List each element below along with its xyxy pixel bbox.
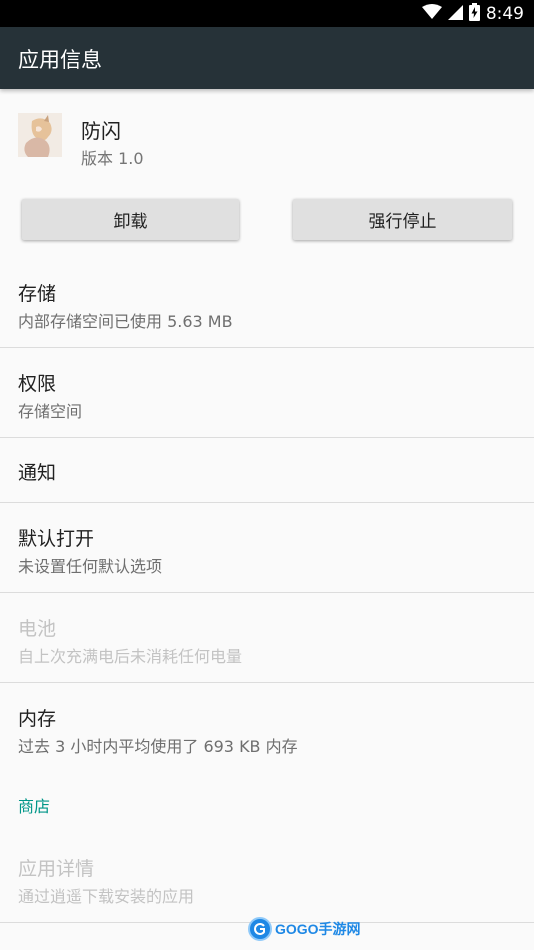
section-header-store: 商店	[18, 797, 51, 816]
gogo-logo-icon	[248, 917, 272, 941]
settings-item-subtitle: 过去 3 小时内平均使用了 693 KB 内存	[18, 737, 298, 756]
wifi-icon	[421, 4, 442, 24]
settings-item-subtitle: 通过逍遥下载安装的应用	[18, 887, 195, 906]
app-icon	[18, 113, 62, 157]
app-header: 防闪 版本 1.0	[0, 89, 534, 189]
settings-item-title: 电池	[18, 618, 57, 640]
settings-item-title: 存储	[18, 283, 57, 305]
uninstall-button[interactable]: 卸载	[22, 199, 239, 240]
settings-item-storage[interactable]: 存储 内部存储空间已使用 5.63 MB	[0, 258, 534, 348]
status-time: 8:49	[485, 4, 524, 24]
app-name: 防闪	[81, 119, 121, 143]
settings-item-battery: 电池 自上次充满电后未消耗任何电量	[0, 593, 534, 683]
status-icons: 8:49	[421, 3, 524, 25]
settings-item-subtitle: 内部存储空间已使用 5.63 MB	[18, 312, 233, 331]
settings-item-title: 通知	[18, 462, 57, 484]
page-title: 应用信息	[18, 48, 102, 72]
status-bar: 8:49	[0, 0, 534, 27]
settings-item-app-details: 应用详情 通过逍遥下载安装的应用	[0, 833, 534, 923]
battery-charging-icon	[468, 3, 480, 25]
settings-item-title: 内存	[18, 708, 57, 730]
settings-item-title: 权限	[18, 373, 57, 395]
settings-item-notifications[interactable]: 通知	[0, 438, 534, 503]
toolbar: 应用信息	[0, 27, 534, 89]
force-stop-button[interactable]: 强行停止	[293, 199, 512, 240]
signal-icon	[447, 4, 463, 24]
settings-item-open-by-default[interactable]: 默认打开 未设置任何默认选项	[0, 503, 534, 593]
settings-item-permissions[interactable]: 权限 存储空间	[0, 348, 534, 438]
settings-item-subtitle: 未设置任何默认选项	[18, 557, 163, 576]
watermark: GOGO手游网	[248, 916, 361, 942]
watermark-text: GOGO手游网	[275, 921, 361, 937]
settings-item-memory[interactable]: 内存 过去 3 小时内平均使用了 693 KB 内存	[0, 683, 534, 772]
settings-item-title: 应用详情	[18, 858, 95, 880]
settings-item-title: 默认打开	[18, 528, 95, 550]
settings-item-subtitle: 自上次充满电后未消耗任何电量	[18, 647, 243, 666]
settings-item-subtitle: 存储空间	[18, 402, 83, 421]
app-version: 版本 1.0	[81, 149, 144, 168]
